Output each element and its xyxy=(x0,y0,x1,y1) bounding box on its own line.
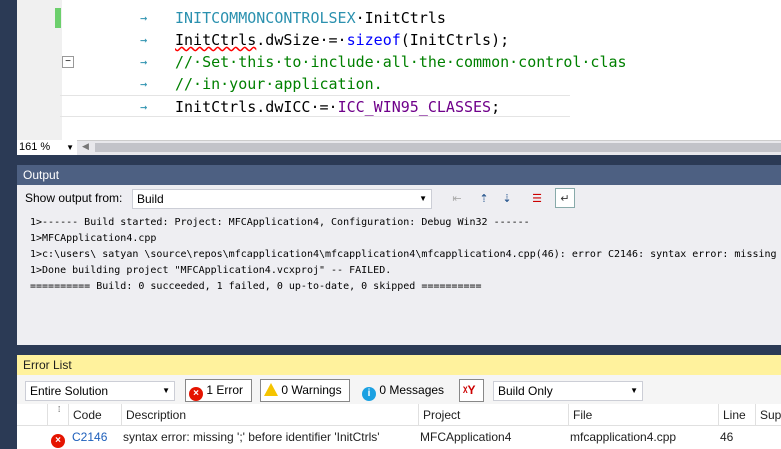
zoom-select[interactable]: 161 % ▼ xyxy=(17,140,77,155)
zoom-value: 161 % xyxy=(19,141,51,153)
chevron-down-icon: ▼ xyxy=(419,194,427,203)
output-line: 1>MFCApplication4.cpp xyxy=(30,233,157,244)
output-line: 1>------ Build started: Project: MFCAppl… xyxy=(30,217,530,228)
column-project[interactable]: Project xyxy=(418,404,568,426)
code-comment: //·Set·this·to·include·all·the·common·co… xyxy=(175,53,627,71)
chevron-down-icon: ▼ xyxy=(630,386,638,395)
code-line-current: → InitCtrls.dwICC·=·ICC_WIN95_CLASSES; xyxy=(60,95,570,117)
code-keyword: sizeof xyxy=(346,31,401,49)
collapse-toggle[interactable]: − xyxy=(62,56,74,68)
error-file: mfcapplication4.cpp xyxy=(570,430,677,444)
error-list-header: ⁞ Code Description Project File Line Sup… xyxy=(17,404,781,426)
next-message-icon[interactable]: ⇣ xyxy=(497,189,517,209)
word-wrap-icon[interactable]: ↵ xyxy=(555,188,575,208)
clear-all-icon[interactable]: ☰ xyxy=(527,189,547,209)
messages-count: 0 Messages xyxy=(379,383,445,397)
error-icon: × xyxy=(189,387,203,401)
code-text: ; xyxy=(491,98,501,116)
output-source-value: Build xyxy=(137,192,164,206)
scope-select[interactable]: Entire Solution ▼ xyxy=(25,381,175,401)
error-icon: × xyxy=(51,434,65,448)
find-message-icon[interactable]: ⇤ xyxy=(447,189,467,209)
code-text: InitCtrls.dwICC·=· xyxy=(175,98,338,116)
output-panel-title: Output xyxy=(17,165,781,185)
error-code-link[interactable]: C2146 xyxy=(72,426,107,448)
chevron-down-icon: ▼ xyxy=(66,143,74,152)
warnings-count: 0 Warnings xyxy=(281,383,342,397)
errors-filter-button[interactable]: × 1 Error xyxy=(185,379,252,402)
code-macro: ICC_WIN95_CLASSES xyxy=(337,98,492,116)
clear-filter-icon[interactable]: ᵡY xyxy=(459,379,484,402)
column-options-icon[interactable]: ⁞ xyxy=(47,404,67,426)
column-code[interactable]: Code xyxy=(68,404,121,426)
output-source-select[interactable]: Build ▼ xyxy=(132,189,432,209)
scroll-left-icon[interactable]: ◀ xyxy=(82,141,89,152)
horizontal-scrollbar[interactable] xyxy=(95,143,781,152)
error-list-title: Error List xyxy=(17,355,781,375)
info-icon: i xyxy=(362,387,376,401)
code-text: ·InitCtrls xyxy=(355,9,446,27)
show-output-label: Show output from: xyxy=(25,191,123,205)
error-line: 46 xyxy=(720,430,734,444)
change-marker xyxy=(55,8,61,28)
code-text: .dwSize·=· xyxy=(256,31,347,49)
code-comment: //·in·your·application. xyxy=(175,75,383,93)
output-text[interactable]: 1>------ Build started: Project: MFCAppl… xyxy=(17,212,781,345)
column-suppression[interactable]: Supp xyxy=(755,404,781,426)
code-type: INITCOMMONCONTROLSEX xyxy=(175,9,356,27)
column-file[interactable]: File xyxy=(568,404,718,426)
column-line[interactable]: Line xyxy=(718,404,755,426)
messages-filter-button[interactable]: i 0 Messages xyxy=(358,379,453,402)
code-text: (InitCtrls); xyxy=(400,31,510,49)
chevron-down-icon: ▼ xyxy=(162,386,170,395)
build-filter-select[interactable]: Build Only ▼ xyxy=(493,381,643,401)
scope-value: Entire Solution xyxy=(30,384,109,398)
error-project: MFCApplication4 xyxy=(420,430,512,444)
output-line: 1>c:\users\ satyan \source\repos\mfcappl… xyxy=(30,249,777,260)
code-error-token: InitCtrls xyxy=(175,31,257,49)
output-toolbar: Show output from: Build ▼ ⇤ ⇡ ⇣ ☰ ↵ xyxy=(17,185,781,212)
build-filter-value: Build Only xyxy=(498,384,553,398)
errors-count: 1 Error xyxy=(206,383,244,397)
output-line: 1>Done building project "MFCApplication4… xyxy=(30,265,392,276)
warning-icon xyxy=(264,383,278,396)
output-line: ========== Build: 0 succeeded, 1 failed,… xyxy=(30,281,482,292)
warnings-filter-button[interactable]: 0 Warnings xyxy=(260,379,350,402)
error-row[interactable]: × C2146 syntax error: missing ';' before… xyxy=(17,426,781,449)
column-description[interactable]: Description xyxy=(121,404,421,426)
error-description: syntax error: missing ';' before identif… xyxy=(123,430,380,444)
prev-message-icon[interactable]: ⇡ xyxy=(474,189,494,209)
